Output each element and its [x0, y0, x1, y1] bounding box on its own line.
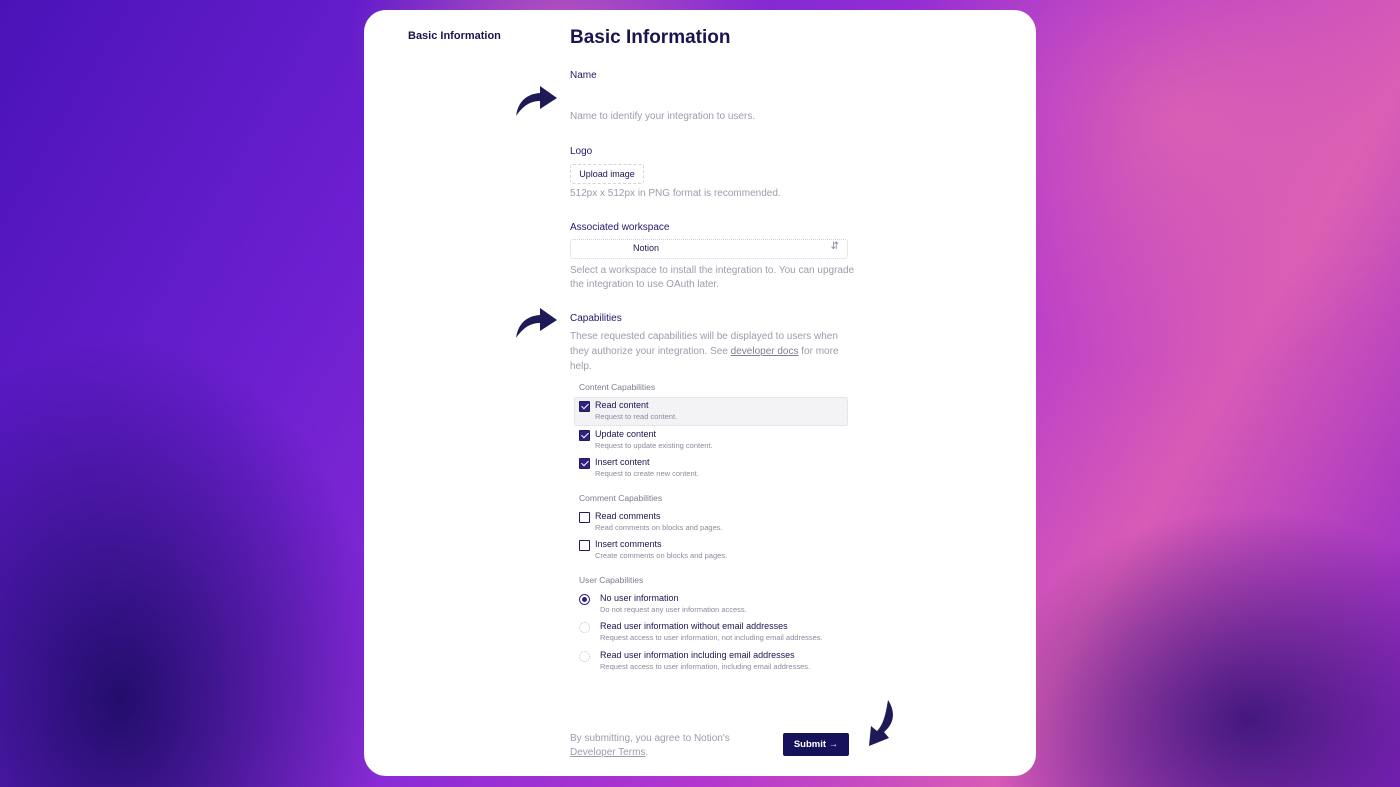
- option-description: Read comments on blocks and pages.: [595, 523, 723, 532]
- option-title: Read content: [595, 400, 649, 410]
- capabilities-help-text: they authorize your integration. See: [570, 346, 728, 357]
- comment-capabilities-heading: Comment Capabilities: [579, 493, 663, 503]
- capabilities-help-line3: help.: [570, 361, 592, 372]
- option-description: Request access to user information, not …: [600, 633, 823, 642]
- user-info-without-email-radio[interactable]: [579, 622, 590, 633]
- developer-terms-link[interactable]: Developer Terms: [570, 747, 645, 758]
- workspace-select[interactable]: Notion ⇵: [570, 239, 848, 259]
- capabilities-help-text-end: for more: [801, 346, 839, 357]
- chevron-updown-icon: ⇵: [830, 241, 839, 252]
- insert-content-checkbox[interactable]: [579, 458, 590, 469]
- option-description: Do not request any user information acce…: [600, 605, 747, 614]
- option-description: Request to read content.: [595, 412, 678, 421]
- name-help-text: Name to identify your integration to use…: [570, 111, 756, 122]
- logo-help-text: 512px x 512px in PNG format is recommend…: [570, 188, 781, 199]
- option-title: Read user information without email addr…: [600, 621, 788, 631]
- workspace-help-line1: Select a workspace to install the integr…: [570, 265, 855, 276]
- option-title: Insert content: [595, 457, 650, 467]
- name-label: Name: [570, 70, 597, 81]
- user-info-with-email-radio[interactable]: [579, 651, 590, 662]
- sidebar-item-basic-information[interactable]: Basic Information: [408, 30, 501, 42]
- terms-text: By submitting, you agree to Notion's: [570, 733, 730, 744]
- option-description: Request access to user information, incl…: [600, 662, 811, 671]
- capabilities-label: Capabilities: [570, 313, 622, 324]
- option-description: Request to update existing content.: [595, 441, 713, 450]
- content-capabilities-heading: Content Capabilities: [579, 382, 656, 392]
- update-content-checkbox[interactable]: [579, 430, 590, 441]
- capabilities-help-line1: These requested capabilities will be dis…: [570, 331, 838, 342]
- developer-docs-link[interactable]: developer docs: [731, 346, 799, 357]
- terms-notice: By submitting, you agree to Notion's Dev…: [570, 732, 730, 760]
- submit-button[interactable]: Submit →: [783, 733, 849, 756]
- terms-period: .: [645, 747, 649, 758]
- settings-panel: Basic Information Basic Information Name…: [364, 10, 1036, 776]
- workspace-selected-value: Notion: [633, 243, 660, 253]
- read-content-checkbox[interactable]: [579, 401, 590, 412]
- curved-arrow-icon: [869, 700, 893, 746]
- workspace-label: Associated workspace: [570, 222, 670, 233]
- page-title: Basic Information: [570, 27, 731, 48]
- option-title: Insert comments: [595, 539, 662, 549]
- option-title: Read user information including email ad…: [600, 650, 795, 660]
- user-capabilities-heading: User Capabilities: [579, 575, 644, 585]
- read-comments-checkbox[interactable]: [579, 512, 590, 523]
- upload-image-button[interactable]: Upload image: [570, 164, 644, 184]
- no-user-info-radio[interactable]: [579, 594, 590, 605]
- option-title: No user information: [600, 593, 679, 603]
- option-description: Create comments on blocks and pages.: [595, 551, 728, 560]
- curved-arrow-icon: [516, 308, 557, 338]
- logo-label: Logo: [570, 146, 593, 157]
- option-title: Read comments: [595, 511, 661, 521]
- curved-arrow-icon: [516, 86, 557, 116]
- insert-comments-checkbox[interactable]: [579, 540, 590, 551]
- capabilities-help-line2: they authorize your integration. See dev…: [570, 344, 839, 359]
- option-description: Request to create new content.: [595, 469, 699, 478]
- workspace-help-line2: the integration to use OAuth later.: [570, 279, 719, 290]
- option-title: Update content: [595, 429, 657, 439]
